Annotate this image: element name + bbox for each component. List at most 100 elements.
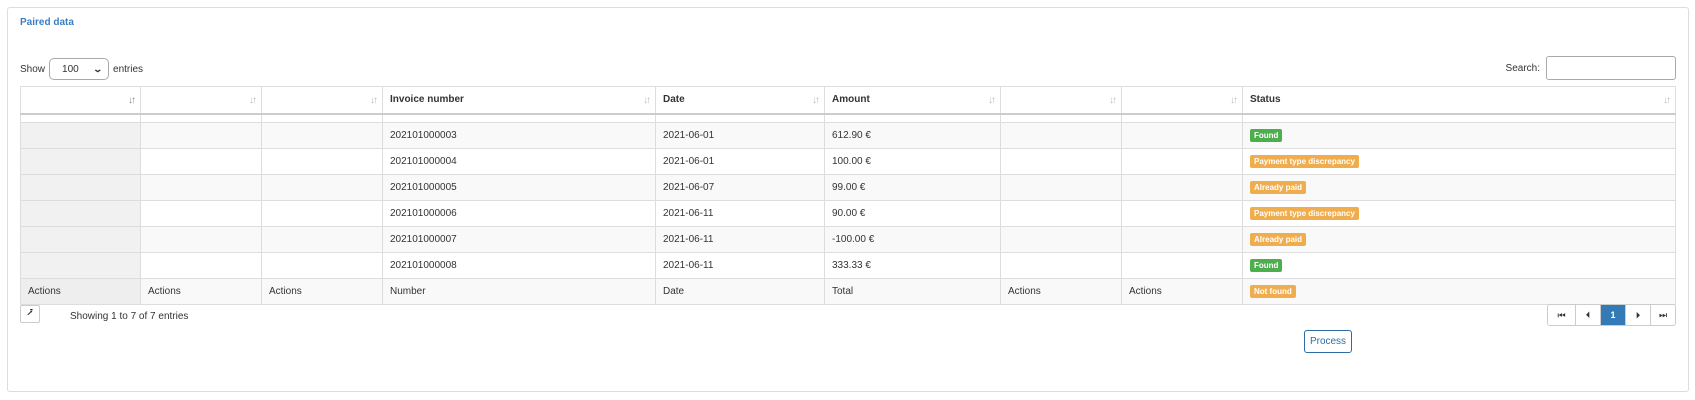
status-badge: Already paid — [1250, 233, 1307, 246]
action-cell[interactable] — [1121, 226, 1243, 253]
action-cell[interactable] — [140, 252, 262, 279]
sort-icon: ↓↑ — [643, 95, 651, 106]
action-cell[interactable] — [140, 200, 262, 227]
table-row: 202101000005 2021-06-07 99.00 € Already pai… — [20, 174, 1676, 201]
footer-row: Actions Actions Actions Number Date Tota… — [20, 278, 1676, 305]
pagination: ⏮ ⏴ 1 ⏵ ⏭ — [1547, 304, 1676, 326]
column-header-invoice-number[interactable]: Invoice number ↓↑ — [382, 86, 656, 114]
page-1-button[interactable]: 1 — [1600, 305, 1625, 325]
status-cell: Already paid — [1242, 174, 1676, 201]
action-cell[interactable] — [1000, 252, 1122, 279]
amount-cell: 333.33 € — [824, 252, 1001, 279]
date-cell: 2021-06-07 — [655, 174, 825, 201]
status-badge: Payment type discrepancy — [1250, 207, 1359, 220]
row-select-cell[interactable] — [20, 200, 141, 227]
column-header-status[interactable]: Status ↓↑ — [1242, 86, 1676, 114]
footer-cell: Actions — [1000, 278, 1122, 305]
column-header-select[interactable]: ↓↑ — [20, 86, 141, 114]
action-cell[interactable] — [1121, 174, 1243, 201]
table-row: 202101000003 2021-06-01 612.90 € Found — [20, 122, 1676, 149]
action-cell[interactable] — [1121, 252, 1243, 279]
date-cell: 2021-06-01 — [655, 122, 825, 149]
row-select-cell[interactable] — [20, 148, 141, 175]
row-select-cell[interactable] — [20, 226, 141, 253]
column-header-action-3[interactable]: ↓↑ — [1000, 86, 1122, 114]
action-cell[interactable] — [261, 252, 383, 279]
footer-cell: Number — [382, 278, 656, 305]
table-info: Showing 1 to 7 of 7 entries — [70, 311, 189, 322]
row-select-cell[interactable] — [20, 174, 141, 201]
date-cell: 2021-06-01 — [655, 148, 825, 175]
table-spacer-row — [20, 112, 1676, 123]
paired-data-panel: Paired data Show 100 ⌄ entries Search: ↓… — [7, 7, 1689, 392]
action-cell[interactable] — [261, 122, 383, 149]
footer-cell-status: Not found — [1242, 278, 1676, 305]
status-badge: Found — [1250, 259, 1283, 272]
footer-cell: Actions — [20, 278, 141, 305]
action-cell[interactable] — [261, 226, 383, 253]
status-cell: Payment type discrepancy — [1242, 148, 1676, 175]
length-control: Show 100 ⌄ entries — [20, 58, 143, 80]
column-header-amount[interactable]: Amount ↓↑ — [824, 86, 1001, 114]
action-cell[interactable] — [261, 148, 383, 175]
footer-cell: Actions — [1121, 278, 1243, 305]
amount-cell: 90.00 € — [824, 200, 1001, 227]
show-label: Show — [20, 63, 46, 75]
column-header-date[interactable]: Date ↓↑ — [655, 86, 825, 114]
column-header-action-4[interactable]: ↓↑ — [1121, 86, 1243, 114]
table-row: 202101000007 2021-06-11 -100.00 € Already p… — [20, 226, 1676, 253]
status-cell: Found — [1242, 252, 1676, 279]
export-icon: ⭷ — [26, 307, 34, 319]
action-cell[interactable] — [1000, 148, 1122, 175]
action-cell[interactable] — [140, 174, 262, 201]
sort-icon: ↓↑ — [1109, 95, 1117, 106]
search-control: Search: — [1506, 56, 1676, 80]
sort-asc-icon: ↓↑ — [128, 95, 136, 106]
action-cell[interactable] — [1121, 200, 1243, 227]
next-page-button[interactable]: ⏵ — [1625, 305, 1650, 325]
action-cell[interactable] — [261, 174, 383, 201]
action-cell[interactable] — [1000, 226, 1122, 253]
table-row: 202101000008 2021-06-11 333.33 € Found — [20, 252, 1676, 279]
action-cell[interactable] — [1121, 148, 1243, 175]
sort-icon: ↓↑ — [988, 95, 996, 106]
action-cell[interactable] — [140, 122, 262, 149]
search-label: Search: — [1505, 62, 1540, 74]
export-button[interactable]: ⭷ — [20, 305, 40, 323]
footer-cell: Actions — [261, 278, 383, 305]
table-row: 202101000004 2021-06-01 100.00 € Payment ty… — [20, 148, 1676, 175]
row-select-cell[interactable] — [20, 252, 141, 279]
row-select-cell[interactable] — [20, 122, 141, 149]
first-page-button[interactable]: ⏮ — [1548, 305, 1575, 325]
entries-label: entries — [113, 63, 144, 75]
amount-cell: -100.00 € — [824, 226, 1001, 253]
action-cell[interactable] — [261, 200, 383, 227]
action-cell[interactable] — [1121, 122, 1243, 149]
action-cell[interactable] — [140, 226, 262, 253]
footer-cell: Total — [824, 278, 1001, 305]
footer-cell: Date — [655, 278, 825, 305]
column-header-action-2[interactable]: ↓↑ — [261, 86, 383, 114]
status-cell: Found — [1242, 122, 1676, 149]
invoice-number-cell: 202101000006 — [382, 200, 656, 227]
amount-cell: 100.00 € — [824, 148, 1001, 175]
column-header-action-1[interactable]: ↓↑ — [140, 86, 262, 114]
amount-cell: 612.90 € — [824, 122, 1001, 149]
paired-data-table: ↓↑ ↓↑ ↓↑ Invoice number ↓↑ Date ↓↑ Amount ↓… — [20, 86, 1676, 305]
search-input[interactable] — [1546, 56, 1676, 80]
action-cell[interactable] — [1000, 200, 1122, 227]
process-button[interactable]: Process — [1304, 330, 1352, 353]
action-cell[interactable] — [1000, 174, 1122, 201]
entries-select[interactable]: 100 ⌄ — [49, 58, 110, 80]
action-cell[interactable] — [140, 148, 262, 175]
last-page-button[interactable]: ⏭ — [1650, 305, 1675, 325]
status-badge: Not found — [1250, 285, 1296, 298]
panel-title: Paired data — [20, 17, 74, 28]
status-badge: Found — [1250, 129, 1283, 142]
previous-page-button[interactable]: ⏴ — [1575, 305, 1600, 325]
sort-icon: ↓↑ — [1230, 95, 1238, 106]
status-badge: Payment type discrepancy — [1250, 155, 1359, 168]
action-cell[interactable] — [1000, 122, 1122, 149]
date-cell: 2021-06-11 — [655, 200, 825, 227]
invoice-number-cell: 202101000003 — [382, 122, 656, 149]
